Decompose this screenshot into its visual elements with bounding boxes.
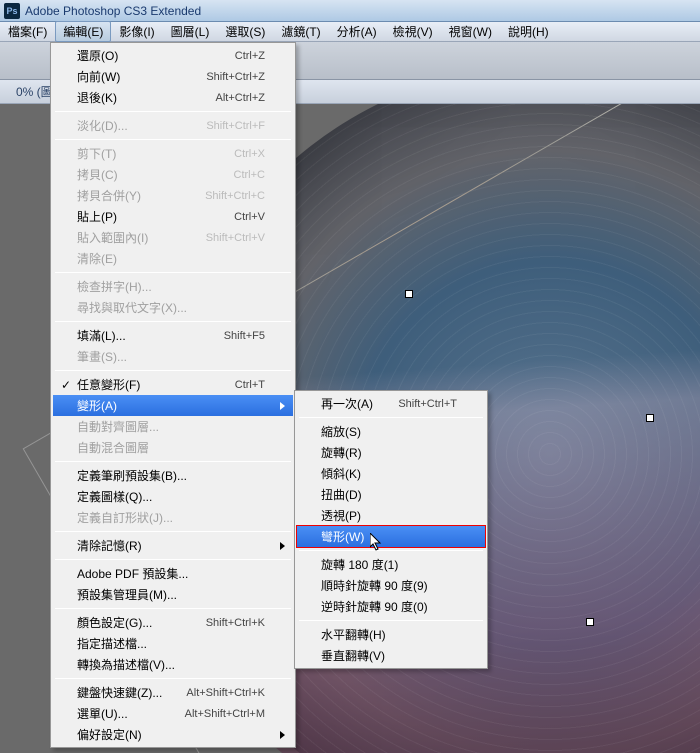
menu-item: 貼入範圍內(I)Shift+Ctrl+V — [53, 227, 293, 248]
menu-item[interactable]: 變形(A) — [53, 395, 293, 416]
menu-separator — [55, 370, 291, 371]
submenu-item[interactable]: 順時針旋轉 90 度(9) — [297, 575, 485, 596]
menu-item: 檢查拼字(H)... — [53, 276, 293, 297]
menu-item: 筆畫(S)... — [53, 346, 293, 367]
submenu-item[interactable]: 垂直翻轉(V) — [297, 645, 485, 666]
app-title: Adobe Photoshop CS3 Extended — [25, 4, 201, 18]
submenu-item[interactable]: 縮放(S) — [297, 421, 485, 442]
edit-menu-dropdown[interactable]: 還原(O)Ctrl+Z向前(W)Shift+Ctrl+Z退後(K)Alt+Ctr… — [50, 42, 296, 748]
submenu-item[interactable]: 水平翻轉(H) — [297, 624, 485, 645]
submenu-item[interactable]: 旋轉 180 度(1) — [297, 554, 485, 575]
menu-separator — [299, 550, 483, 551]
menu-separator — [55, 559, 291, 560]
menu-separator — [55, 531, 291, 532]
menu-item: 尋找與取代文字(X)... — [53, 297, 293, 318]
menu-separator — [299, 417, 483, 418]
menu-item[interactable]: 鍵盤快速鍵(Z)...Alt+Shift+Ctrl+K — [53, 682, 293, 703]
menu-item[interactable]: 貼上(P)Ctrl+V — [53, 206, 293, 227]
menubar-item[interactable]: 檔案(F) — [0, 21, 55, 42]
menubar-item[interactable]: 影像(I) — [111, 21, 162, 42]
submenu-item[interactable]: 再一次(A)Shift+Ctrl+T — [297, 393, 485, 414]
menu-item[interactable]: 清除記憶(R) — [53, 535, 293, 556]
transform-handle[interactable] — [586, 618, 594, 626]
menu-separator — [55, 461, 291, 462]
menu-item[interactable]: 退後(K)Alt+Ctrl+Z — [53, 87, 293, 108]
menu-item: 自動對齊圖層... — [53, 416, 293, 437]
menubar-item[interactable]: 視窗(W) — [441, 21, 500, 42]
menu-item[interactable]: 向前(W)Shift+Ctrl+Z — [53, 66, 293, 87]
menu-item[interactable]: 還原(O)Ctrl+Z — [53, 45, 293, 66]
menu-item[interactable]: 指定描述檔... — [53, 633, 293, 654]
transform-handle[interactable] — [646, 414, 654, 422]
menubar-item[interactable]: 圖層(L) — [163, 21, 218, 42]
menu-bar[interactable]: 檔案(F)編輯(E)影像(I)圖層(L)選取(S)濾鏡(T)分析(A)檢視(V)… — [0, 22, 700, 42]
menubar-item[interactable]: 說明(H) — [500, 21, 557, 42]
submenu-item[interactable]: 扭曲(D) — [297, 484, 485, 505]
menu-item[interactable]: 選單(U)...Alt+Shift+Ctrl+M — [53, 703, 293, 724]
menu-item: 定義自訂形狀(J)... — [53, 507, 293, 528]
submenu-item[interactable]: 旋轉(R) — [297, 442, 485, 463]
menu-separator — [299, 620, 483, 621]
menu-separator — [55, 608, 291, 609]
menubar-item[interactable]: 選取(S) — [217, 21, 273, 42]
menu-item[interactable]: ✓任意變形(F)Ctrl+T — [53, 374, 293, 395]
menu-item[interactable]: 偏好設定(N) — [53, 724, 293, 745]
menubar-item[interactable]: 分析(A) — [329, 21, 385, 42]
menubar-item[interactable]: 濾鏡(T) — [273, 21, 328, 42]
menu-item[interactable]: 定義圖樣(Q)... — [53, 486, 293, 507]
menu-item[interactable]: Adobe PDF 預設集... — [53, 563, 293, 584]
submenu-item[interactable]: 傾斜(K) — [297, 463, 485, 484]
menu-item: 自動混合圖層 — [53, 437, 293, 458]
highlighted-item-box: 彎形(W) — [296, 525, 486, 548]
app-icon: Ps — [4, 3, 20, 19]
menu-item[interactable]: 預設集管理員(M)... — [53, 584, 293, 605]
menubar-item[interactable]: 檢視(V) — [385, 21, 441, 42]
menu-separator — [55, 678, 291, 679]
menu-separator — [55, 111, 291, 112]
menu-item: 淡化(D)...Shift+Ctrl+F — [53, 115, 293, 136]
menu-item[interactable]: 顏色設定(G)...Shift+Ctrl+K — [53, 612, 293, 633]
menu-item[interactable]: 填滿(L)...Shift+F5 — [53, 325, 293, 346]
menu-item: 清除(E) — [53, 248, 293, 269]
menu-separator — [55, 272, 291, 273]
transform-submenu[interactable]: 再一次(A)Shift+Ctrl+T 縮放(S)旋轉(R)傾斜(K)扭曲(D)透視… — [294, 390, 488, 669]
menu-item: 拷貝(C)Ctrl+C — [53, 164, 293, 185]
transform-handle[interactable] — [405, 290, 413, 298]
menu-separator — [55, 321, 291, 322]
title-bar: Ps Adobe Photoshop CS3 Extended — [0, 0, 700, 22]
menu-item: 拷貝合併(Y)Shift+Ctrl+C — [53, 185, 293, 206]
menu-item[interactable]: 轉換為描述檔(V)... — [53, 654, 293, 675]
menu-item[interactable]: 定義筆刷預設集(B)... — [53, 465, 293, 486]
submenu-item[interactable]: 逆時針旋轉 90 度(0) — [297, 596, 485, 617]
submenu-item[interactable]: 彎形(W) — [297, 526, 485, 547]
menu-item: 剪下(T)Ctrl+X — [53, 143, 293, 164]
menu-separator — [55, 139, 291, 140]
submenu-item[interactable]: 透視(P) — [297, 505, 485, 526]
menubar-item[interactable]: 編輯(E) — [55, 21, 111, 42]
